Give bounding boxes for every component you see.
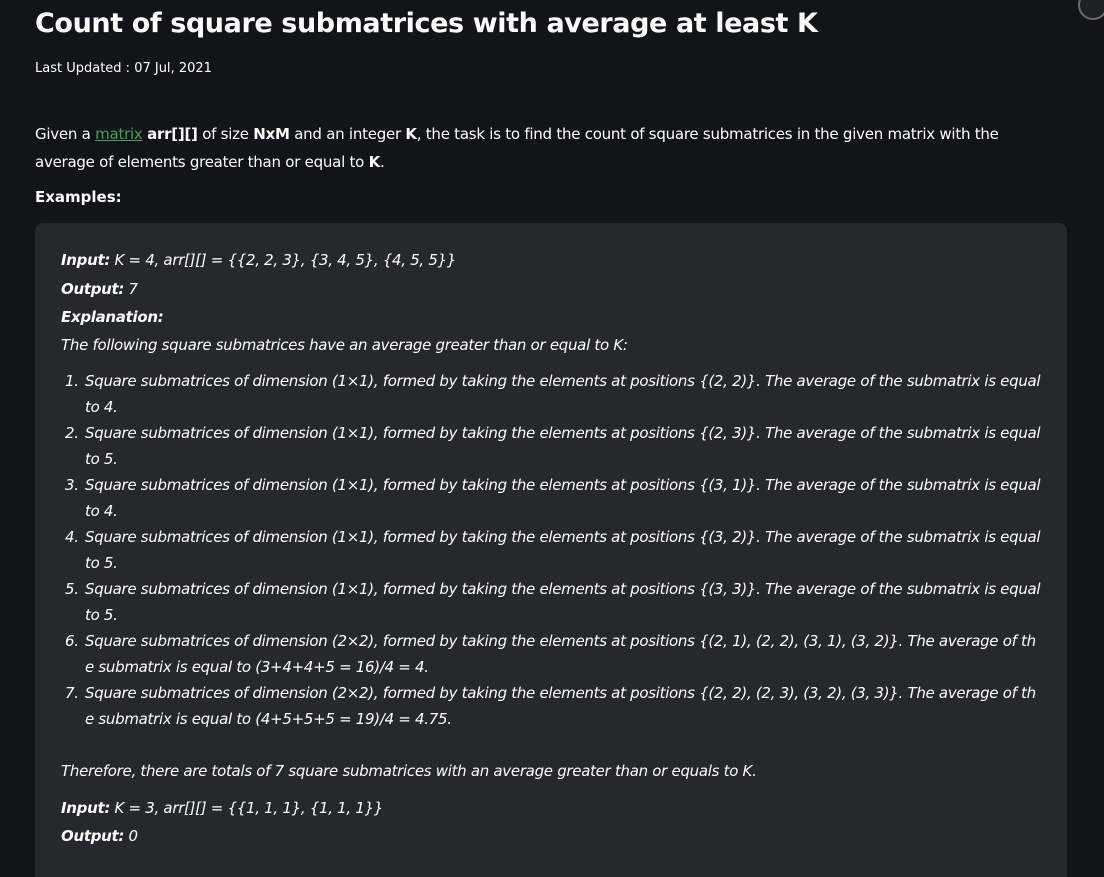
- example2-input: Input: K = 3, arr[][] = {{1, 1, 1}, {1, …: [61, 799, 383, 817]
- intro-text: .: [379, 153, 385, 171]
- intro-text: of size: [197, 125, 254, 143]
- intro-bold: NxM: [253, 125, 290, 143]
- example1-output: Output: 7: [61, 280, 138, 298]
- list-item: 1. Square submatrices of dimension (1×1),…: [65, 372, 1041, 416]
- edit-icon[interactable]: [1078, 0, 1104, 20]
- output-label: Output:: [61, 827, 125, 845]
- intro-bold: K: [368, 153, 381, 171]
- output-label: Output:: [61, 280, 125, 298]
- input-label: Input:: [61, 251, 111, 269]
- explanation-intro: The following square submatrices have an…: [61, 336, 628, 354]
- example-box: Input: K = 4, arr[][] = {{2, 2, 3}, {3, …: [35, 223, 1067, 877]
- explanation-label: Explanation:: [61, 308, 164, 326]
- list-item: 3. Square submatrices of dimension (1×1),…: [65, 476, 1041, 520]
- example1-input: Input: K = 4, arr[][] = {{2, 2, 3}, {3, …: [61, 251, 456, 269]
- example2-output: Output: 0: [61, 827, 138, 845]
- problem-statement: Given a matrix arr[][] of size NxM and a…: [35, 120, 1045, 176]
- output-value: 0: [124, 827, 139, 845]
- list-item: 4. Square submatrices of dimension (1×1),…: [65, 528, 1041, 572]
- list-item: 5. Square submatrices of dimension (1×1),…: [65, 580, 1041, 624]
- list-item: 2. Square submatrices of dimension (1×1),…: [65, 424, 1041, 468]
- list-item: 7. Square submatrices of dimension (2×2),…: [65, 684, 1036, 728]
- last-updated: Last Updated : 07 Jul, 2021: [35, 61, 212, 76]
- conclusion: Therefore, there are totals of 7 square …: [61, 762, 757, 780]
- intro-bold: arr[][]: [147, 125, 198, 143]
- examples-heading: Examples:: [35, 188, 122, 206]
- input-value: K = 4, arr[][] = {{2, 2, 3}, {3, 4, 5}, …: [110, 251, 457, 269]
- article-page: Count of square submatrices with average…: [0, 0, 1104, 877]
- explanation-list: 1. Square submatrices of dimension (1×1),…: [65, 368, 1055, 732]
- list-item: 6. Square submatrices of dimension (2×2),…: [65, 632, 1036, 676]
- intro-text: Given a: [35, 125, 96, 143]
- matrix-link[interactable]: matrix: [95, 125, 143, 143]
- article-title: Count of square submatrices with average…: [35, 8, 818, 39]
- intro-bold: K: [405, 125, 417, 143]
- input-value: K = 3, arr[][] = {{1, 1, 1}, {1, 1, 1}}: [110, 799, 384, 817]
- intro-text: and an integer: [289, 125, 406, 143]
- input-label: Input:: [61, 799, 111, 817]
- output-value: 7: [124, 280, 139, 298]
